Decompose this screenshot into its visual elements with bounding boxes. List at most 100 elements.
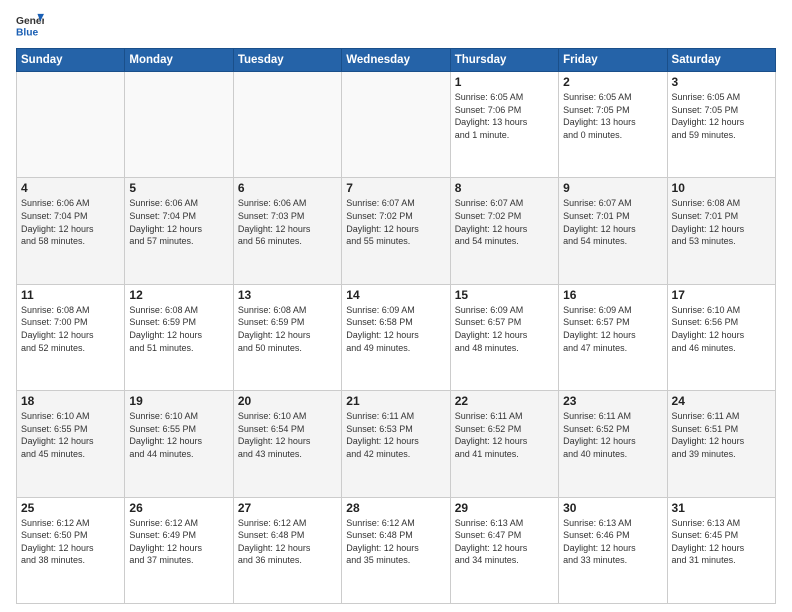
day-info: Sunrise: 6:10 AM Sunset: 6:55 PM Dayligh… [129,410,228,460]
day-info: Sunrise: 6:09 AM Sunset: 6:58 PM Dayligh… [346,304,445,354]
day-info: Sunrise: 6:05 AM Sunset: 7:05 PM Dayligh… [563,91,662,141]
day-number: 29 [455,501,554,515]
day-number: 19 [129,394,228,408]
calendar-cell: 5 Sunrise: 6:06 AM Sunset: 7:04 PM Daylig… [125,178,233,284]
day-info: Sunrise: 6:11 AM Sunset: 6:51 PM Dayligh… [672,410,771,460]
day-number: 8 [455,181,554,195]
day-info: Sunrise: 6:06 AM Sunset: 7:04 PM Dayligh… [21,197,120,247]
calendar-cell: 20 Sunrise: 6:10 AM Sunset: 6:54 PM Dayli… [233,391,341,497]
day-number: 3 [672,75,771,89]
day-number: 30 [563,501,662,515]
day-info: Sunrise: 6:08 AM Sunset: 7:00 PM Dayligh… [21,304,120,354]
calendar-cell: 27 Sunrise: 6:12 AM Sunset: 6:48 PM Dayli… [233,497,341,603]
week-row-4: 18 Sunrise: 6:10 AM Sunset: 6:55 PM Dayli… [17,391,776,497]
logo-icon: GeneralBlue [16,12,44,40]
calendar-cell: 31 Sunrise: 6:13 AM Sunset: 6:45 PM Dayli… [667,497,775,603]
calendar-cell: 13 Sunrise: 6:08 AM Sunset: 6:59 PM Dayli… [233,284,341,390]
day-number: 4 [21,181,120,195]
day-info: Sunrise: 6:13 AM Sunset: 6:45 PM Dayligh… [672,517,771,567]
day-info: Sunrise: 6:08 AM Sunset: 6:59 PM Dayligh… [129,304,228,354]
calendar-cell: 3 Sunrise: 6:05 AM Sunset: 7:05 PM Daylig… [667,72,775,178]
day-number: 15 [455,288,554,302]
day-info: Sunrise: 6:11 AM Sunset: 6:53 PM Dayligh… [346,410,445,460]
calendar-cell: 7Sunrise: 6:07 AM Sunset: 7:02 PM Daylig… [342,178,450,284]
page: GeneralBlue SundayMondayTuesdayWednesday… [0,0,792,612]
day-info: Sunrise: 6:11 AM Sunset: 6:52 PM Dayligh… [455,410,554,460]
day-number: 2 [563,75,662,89]
calendar-cell: 22 Sunrise: 6:11 AM Sunset: 6:52 PM Dayli… [450,391,558,497]
day-info: Sunrise: 6:13 AM Sunset: 6:46 PM Dayligh… [563,517,662,567]
day-info: Sunrise: 6:10 AM Sunset: 6:56 PM Dayligh… [672,304,771,354]
calendar-cell: 26 Sunrise: 6:12 AM Sunset: 6:49 PM Dayli… [125,497,233,603]
day-number: 12 [129,288,228,302]
calendar-cell: 10 Sunrise: 6:08 AM Sunset: 7:01 PM Dayli… [667,178,775,284]
day-info: Sunrise: 6:07 AM Sunset: 7:02 PM Dayligh… [455,197,554,247]
day-info: Sunrise: 6:08 AM Sunset: 6:59 PM Dayligh… [238,304,337,354]
day-number: 1 [455,75,554,89]
calendar-cell: 15 Sunrise: 6:09 AM Sunset: 6:57 PM Dayli… [450,284,558,390]
calendar-cell: 28 Sunrise: 6:12 AM Sunset: 6:48 PM Dayli… [342,497,450,603]
day-info: Sunrise: 6:05 AM Sunset: 7:06 PM Dayligh… [455,91,554,141]
day-number: 5 [129,181,228,195]
day-number: 31 [672,501,771,515]
calendar-cell: 24Sunrise: 6:11 AM Sunset: 6:51 PM Dayli… [667,391,775,497]
calendar-cell: 18Sunrise: 6:10 AM Sunset: 6:55 PM Dayli… [17,391,125,497]
logo: GeneralBlue [16,12,44,40]
svg-text:Blue: Blue [16,27,39,38]
week-row-5: 25 Sunrise: 6:12 AM Sunset: 6:50 PM Dayli… [17,497,776,603]
day-number: 27 [238,501,337,515]
day-info: Sunrise: 6:05 AM Sunset: 7:05 PM Dayligh… [672,91,771,141]
day-info: Sunrise: 6:09 AM Sunset: 6:57 PM Dayligh… [455,304,554,354]
day-info: Sunrise: 6:08 AM Sunset: 7:01 PM Dayligh… [672,197,771,247]
day-info: Sunrise: 6:12 AM Sunset: 6:48 PM Dayligh… [346,517,445,567]
day-number: 25 [21,501,120,515]
calendar-cell: 2 Sunrise: 6:05 AM Sunset: 7:05 PM Daylig… [559,72,667,178]
calendar-cell [17,72,125,178]
day-number: 18 [21,394,120,408]
week-row-2: 4 Sunrise: 6:06 AM Sunset: 7:04 PM Daylig… [17,178,776,284]
day-info: Sunrise: 6:13 AM Sunset: 6:47 PM Dayligh… [455,517,554,567]
day-info: Sunrise: 6:12 AM Sunset: 6:49 PM Dayligh… [129,517,228,567]
day-number: 28 [346,501,445,515]
calendar-cell: 29 Sunrise: 6:13 AM Sunset: 6:47 PM Dayli… [450,497,558,603]
header-row: SundayMondayTuesdayWednesdayThursdayFrid… [17,49,776,72]
day-info: Sunrise: 6:11 AM Sunset: 6:52 PM Dayligh… [563,410,662,460]
day-number: 13 [238,288,337,302]
day-info: Sunrise: 6:12 AM Sunset: 6:48 PM Dayligh… [238,517,337,567]
header-dow-saturday: Saturday [667,49,775,72]
day-number: 9 [563,181,662,195]
day-info: Sunrise: 6:12 AM Sunset: 6:50 PM Dayligh… [21,517,120,567]
day-number: 11 [21,288,120,302]
header: GeneralBlue [16,12,776,40]
day-number: 10 [672,181,771,195]
calendar-cell [233,72,341,178]
day-number: 21 [346,394,445,408]
day-number: 16 [563,288,662,302]
day-number: 26 [129,501,228,515]
day-number: 22 [455,394,554,408]
calendar-cell: 19 Sunrise: 6:10 AM Sunset: 6:55 PM Dayli… [125,391,233,497]
calendar-cell: 21 Sunrise: 6:11 AM Sunset: 6:53 PM Dayli… [342,391,450,497]
day-number: 14 [346,288,445,302]
week-row-3: 11 Sunrise: 6:08 AM Sunset: 7:00 PM Dayli… [17,284,776,390]
calendar-cell [125,72,233,178]
day-number: 17 [672,288,771,302]
calendar-cell: 12 Sunrise: 6:08 AM Sunset: 6:59 PM Dayli… [125,284,233,390]
day-info: Sunrise: 6:10 AM Sunset: 6:54 PM Dayligh… [238,410,337,460]
day-info: Sunrise: 6:07 AM Sunset: 7:01 PM Dayligh… [563,197,662,247]
day-info: Sunrise: 6:09 AM Sunset: 6:57 PM Dayligh… [563,304,662,354]
header-dow-tuesday: Tuesday [233,49,341,72]
header-dow-sunday: Sunday [17,49,125,72]
day-info: Sunrise: 6:06 AM Sunset: 7:03 PM Dayligh… [238,197,337,247]
calendar-cell: 23 Sunrise: 6:11 AM Sunset: 6:52 PM Dayli… [559,391,667,497]
calendar-cell: 16 Sunrise: 6:09 AM Sunset: 6:57 PM Dayli… [559,284,667,390]
day-number: 23 [563,394,662,408]
day-info: Sunrise: 6:07 AM Sunset: 7:02 PM Dayligh… [346,197,445,247]
day-number: 20 [238,394,337,408]
header-dow-friday: Friday [559,49,667,72]
calendar-cell: 6 Sunrise: 6:06 AM Sunset: 7:03 PM Daylig… [233,178,341,284]
day-number: 6 [238,181,337,195]
day-info: Sunrise: 6:06 AM Sunset: 7:04 PM Dayligh… [129,197,228,247]
calendar-cell: 17 Sunrise: 6:10 AM Sunset: 6:56 PM Dayli… [667,284,775,390]
calendar-table: SundayMondayTuesdayWednesdayThursdayFrid… [16,48,776,604]
